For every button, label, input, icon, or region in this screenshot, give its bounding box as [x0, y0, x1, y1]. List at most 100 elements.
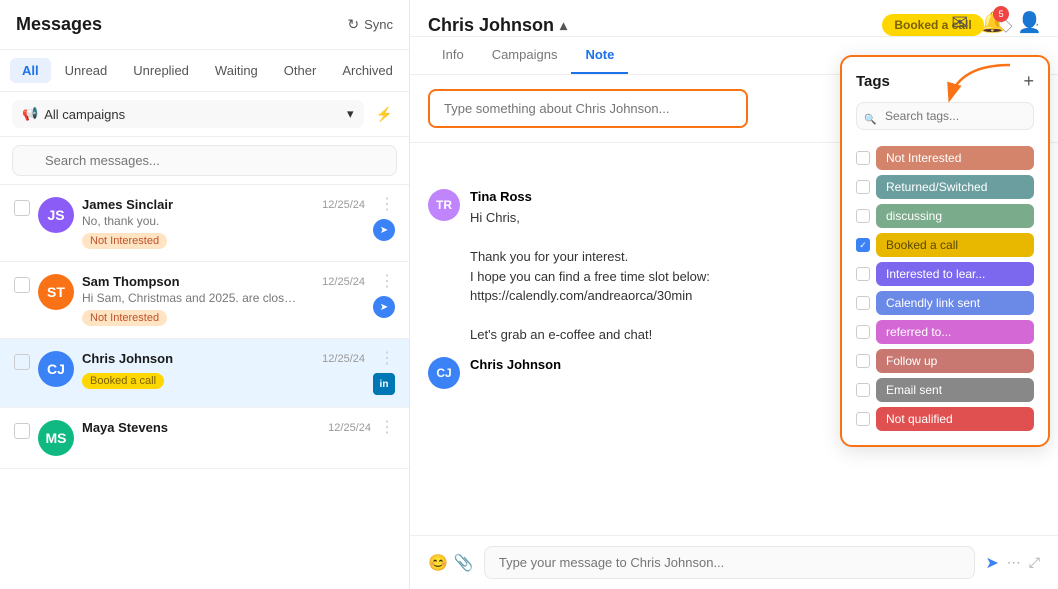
tag-checkbox[interactable] [856, 238, 870, 252]
tag-checkbox[interactable] [856, 354, 870, 368]
emoji-buttons: 😊 📎 [428, 553, 474, 573]
mail-icon[interactable]: ✉ [951, 10, 968, 35]
megaphone-icon: 📢 [22, 106, 38, 122]
more-options-button[interactable]: ⋮ [379, 351, 395, 367]
tag-checkbox[interactable] [856, 325, 870, 339]
message-top: James Sinclair 12/25/24 [82, 197, 365, 212]
message-content: Chris Johnson 12/25/24 Booked a call [82, 351, 365, 389]
tag-label[interactable]: Email sent [876, 378, 1034, 402]
tag-checkbox[interactable] [856, 267, 870, 281]
message-preview: No, thank you. [82, 214, 302, 228]
tab-unreplied[interactable]: Unreplied [121, 58, 201, 83]
tag-checkbox[interactable] [856, 151, 870, 165]
tag-label[interactable]: Calendly link sent [876, 291, 1034, 315]
sender-name: Chris Johnson [82, 351, 173, 366]
tag-label[interactable]: Follow up [876, 349, 1034, 373]
chevron-up-icon[interactable]: ▴ [560, 17, 567, 34]
tab-all[interactable]: All [10, 58, 51, 83]
tag-badge: Booked a call [82, 373, 164, 389]
nav-icon: ➤ [373, 219, 395, 241]
tag-row: Email sent [856, 378, 1034, 402]
tab-unread[interactable]: Unread [53, 58, 120, 83]
contact-name: Chris Johnson [428, 15, 554, 36]
select-checkbox[interactable] [14, 423, 30, 439]
top-right-icons: ✉ 🔔 5 👤 [935, 0, 1058, 45]
add-tag-button[interactable]: + [1023, 71, 1034, 92]
notification-badge: 5 [993, 6, 1009, 22]
search-bar [0, 137, 409, 185]
select-checkbox[interactable] [14, 354, 30, 370]
tag-row: Booked a call [856, 233, 1034, 257]
tag-row: discussing [856, 204, 1034, 228]
tag-row: referred to... [856, 320, 1034, 344]
avatar: CJ [38, 351, 74, 387]
message-preview: Hi Sam, Christmas and 2025. are close! 🎄… [82, 291, 302, 305]
tag-checkbox[interactable] [856, 180, 870, 194]
search-input[interactable] [12, 145, 397, 176]
left-header: Messages ↻ Sync [0, 0, 409, 50]
reply-input[interactable] [484, 546, 976, 579]
filter-icon[interactable]: ⚡ [372, 102, 397, 127]
tag-list: Not Interested Returned/Switched discuss… [856, 146, 1034, 431]
message-content: Sam Thompson 12/25/24 Hi Sam, Christmas … [82, 274, 365, 326]
message-content: Maya Stevens 12/25/24 [82, 420, 371, 441]
tag-checkbox[interactable] [856, 209, 870, 223]
reply-actions: ➤ ⋯ ⤢ [985, 553, 1040, 573]
tag-label[interactable]: Not Interested [876, 146, 1034, 170]
tab-campaigns[interactable]: Campaigns [478, 37, 572, 74]
list-item[interactable]: MS Maya Stevens 12/25/24 ⋮ [0, 408, 409, 469]
tab-other[interactable]: Other [272, 58, 329, 83]
message-actions: ⋮ ➤ [373, 197, 395, 241]
avatar: ST [38, 274, 74, 310]
message-date: 12/25/24 [328, 422, 371, 434]
tags-title: Tags [856, 73, 890, 90]
tags-search-input[interactable] [856, 102, 1034, 130]
tags-search-wrapper [856, 102, 1034, 138]
attach-button[interactable]: 📎 [454, 553, 474, 573]
tag-badge: Not Interested [82, 310, 167, 326]
tag-checkbox[interactable] [856, 296, 870, 310]
list-item[interactable]: ST Sam Thompson 12/25/24 Hi Sam, Christm… [0, 262, 409, 339]
sync-button[interactable]: ↻ Sync [347, 16, 393, 33]
select-checkbox[interactable] [14, 277, 30, 293]
list-item[interactable]: JS James Sinclair 12/25/24 No, thank you… [0, 185, 409, 262]
tag-label[interactable]: Interested to lear... [876, 262, 1034, 286]
tag-label[interactable]: Returned/Switched [876, 175, 1034, 199]
tag-row: Calendly link sent [856, 291, 1034, 315]
more-options-button[interactable]: ⋮ [379, 420, 395, 436]
tag-label[interactable]: referred to... [876, 320, 1034, 344]
search-wrapper [12, 145, 397, 176]
filter-tabs: All Unread Unreplied Waiting Other Archi… [0, 50, 409, 92]
tag-badge: Not Interested [82, 233, 167, 249]
message-actions: ⋮ in [373, 351, 395, 395]
select-checkbox[interactable] [14, 200, 30, 216]
tab-archived[interactable]: Archived [330, 58, 405, 83]
app-title: Messages [16, 14, 102, 35]
message-content: James Sinclair 12/25/24 No, thank you. N… [82, 197, 365, 249]
tab-waiting[interactable]: Waiting [203, 58, 270, 83]
message-actions: ⋮ ➤ [373, 274, 395, 318]
tag-row: Returned/Switched [856, 175, 1034, 199]
tag-checkbox[interactable] [856, 412, 870, 426]
tab-info[interactable]: Info [428, 37, 478, 74]
reply-bar: 😊 📎 ➤ ⋯ ⤢ [410, 535, 1058, 589]
profile-icon[interactable]: 👤 [1017, 10, 1042, 35]
campaigns-select[interactable]: 📢 All campaigns ▾ [12, 100, 364, 128]
tag-label[interactable]: discussing [876, 204, 1034, 228]
tab-note[interactable]: Note [571, 37, 628, 74]
send-button[interactable]: ➤ [985, 553, 998, 573]
tag-row: Not Interested [856, 146, 1034, 170]
emoji-button[interactable]: 😊 [428, 553, 448, 573]
more-actions-button[interactable]: ⋯ [1007, 554, 1021, 571]
note-input[interactable] [428, 89, 748, 128]
tag-checkbox[interactable] [856, 383, 870, 397]
tags-header: Tags + [856, 71, 1034, 92]
tag-label[interactable]: Booked a call [876, 233, 1034, 257]
campaigns-bar: 📢 All campaigns ▾ ⚡ [0, 92, 409, 137]
sender-name: James Sinclair [82, 197, 173, 212]
more-options-button[interactable]: ⋮ [379, 274, 395, 290]
list-item[interactable]: CJ Chris Johnson 12/25/24 Booked a call … [0, 339, 409, 408]
expand-button[interactable]: ⤢ [1029, 554, 1040, 571]
tag-label[interactable]: Not qualified [876, 407, 1034, 431]
more-options-button[interactable]: ⋮ [379, 197, 395, 213]
